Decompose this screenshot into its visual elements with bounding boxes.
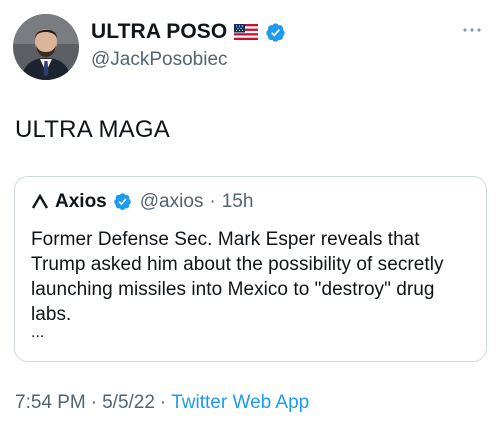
more-options-icon[interactable] (460, 18, 484, 42)
avatar[interactable] (13, 14, 79, 80)
author-handle[interactable]: @JackPosobiec (91, 49, 286, 71)
tweet-meta: 7:54 PM · 5/5/22 · Twitter Web App (15, 392, 309, 414)
quoted-display-name: Axios (55, 191, 107, 212)
tweet-source-link[interactable]: Twitter Web App (171, 392, 309, 414)
verified-badge-icon (113, 192, 134, 213)
tweet-date[interactable]: 5/5/22 (102, 392, 155, 414)
quoted-tweet-card[interactable]: Axios @axios · 15h Former Defense Sec. M… (14, 176, 487, 362)
tweet-header: ULTRA POSO @JackPosobiec (13, 14, 286, 80)
quoted-tweet-header: Axios @axios · 15h (31, 191, 253, 213)
quoted-tweet-ellipsis: ... (31, 324, 45, 341)
us-flag-icon (234, 24, 259, 40)
display-name-row: ULTRA POSO (91, 19, 286, 45)
quoted-timestamp[interactable]: 15h (222, 191, 254, 213)
tweet-text: ULTRA MAGA (15, 116, 170, 143)
separator-dot: · (159, 392, 167, 413)
quoted-handle: @axios (139, 191, 204, 212)
separator-dot: · (209, 191, 216, 212)
verified-badge-icon (265, 22, 286, 43)
quoted-tweet-text: Former Defense Sec. Mark Esper reveals t… (31, 229, 444, 325)
author-names: ULTRA POSO @JackPosobiec (91, 19, 286, 71)
separator-dot: · (90, 392, 98, 413)
tweet-time[interactable]: 7:54 PM (15, 392, 86, 414)
axios-logo-icon[interactable] (31, 193, 49, 211)
tweet: ULTRA POSO @JackPosobiec ULTRA MAGA Axio… (0, 0, 500, 430)
display-name[interactable]: ULTRA POSO (91, 20, 227, 44)
